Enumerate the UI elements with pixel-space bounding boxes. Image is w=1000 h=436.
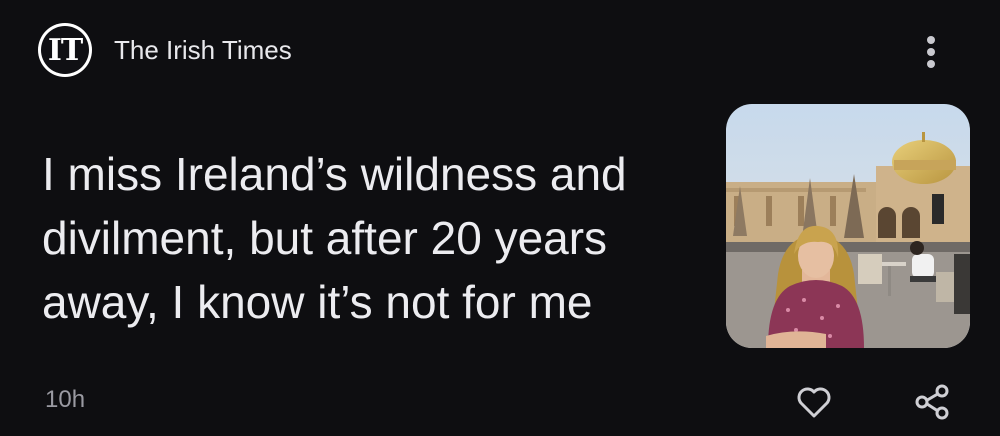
article-headline[interactable]: I miss Ireland’s wildness and divilment,… (42, 142, 702, 334)
card-header: IT The Irish Times (38, 23, 292, 77)
share-icon (915, 384, 949, 420)
menu-dot (927, 48, 935, 56)
publisher-logo: IT (38, 23, 92, 77)
article-timestamp: 10h (45, 386, 86, 413)
more-vert-icon[interactable] (916, 34, 946, 70)
publisher-logo-text: IT (41, 26, 89, 74)
thumbnail-image (726, 104, 970, 348)
like-button[interactable] (792, 380, 836, 424)
menu-dot (927, 36, 935, 44)
publisher-name: The Irish Times (114, 34, 292, 65)
article-thumbnail[interactable] (726, 104, 970, 348)
heart-outline-icon (797, 387, 831, 418)
menu-dot (927, 60, 935, 68)
share-button[interactable] (910, 380, 954, 424)
news-card[interactable]: IT The Irish Times I miss Ireland’s wild… (0, 0, 1000, 436)
